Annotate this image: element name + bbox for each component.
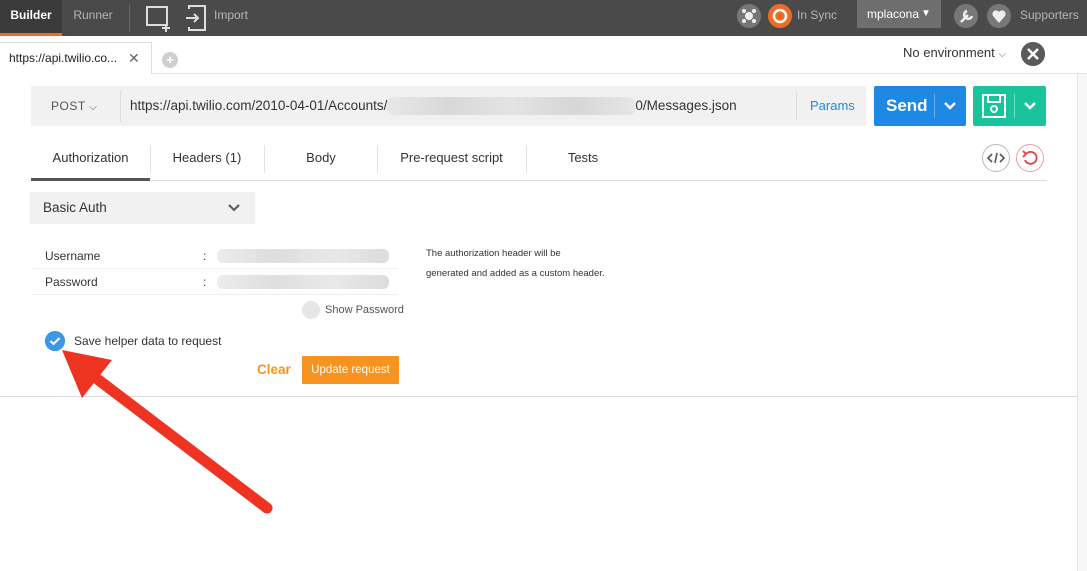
chevron-down-icon[interactable] (942, 100, 958, 112)
send-button[interactable]: Send (874, 86, 966, 126)
wrench-icon[interactable] (953, 3, 983, 33)
update-request-button[interactable]: Update request (302, 356, 399, 384)
environment-settings-icon[interactable] (1021, 42, 1045, 66)
username-row: Username : (33, 243, 398, 269)
code-icon (986, 152, 1006, 164)
auth-note: The authorization header will be generat… (426, 244, 626, 284)
floppy-disk-icon (982, 94, 1006, 118)
send-divider (934, 94, 935, 118)
interceptor-icon[interactable] (736, 3, 766, 33)
tab-authorization[interactable]: Authorization (31, 141, 150, 181)
request-subtabs: Authorization Headers (1) Body Pre-reque… (31, 141, 1047, 181)
show-password-toggle[interactable]: Show Password (302, 301, 404, 320)
panel-divider (0, 396, 1077, 397)
method-select[interactable]: POST ⌵ (51, 86, 97, 128)
add-tab-icon[interactable]: + (162, 52, 178, 68)
environment-label: No environment (903, 45, 995, 60)
redacted-account-id (387, 97, 636, 116)
chevron-down-icon[interactable] (1022, 100, 1038, 112)
top-toolbar: Builder Runner Import In Sync mplacona ▼… (0, 0, 1087, 36)
sync-icon[interactable] (767, 3, 797, 33)
tab-runner[interactable]: Runner (62, 0, 124, 36)
reset-icon (1022, 150, 1038, 165)
import-icon[interactable] (184, 3, 214, 33)
tab-body[interactable]: Body (264, 141, 378, 181)
auth-note-line: The authorization header will be (426, 248, 561, 259)
close-icon[interactable]: ✕ (128, 43, 140, 73)
show-password-label: Show Password (325, 304, 404, 316)
chevron-down-icon (228, 204, 240, 212)
url-suffix: 0/Messages.json (635, 98, 737, 113)
auth-note-line: generated and added as a custom header. (426, 268, 605, 279)
tab-pre-request-script[interactable]: Pre-request script (377, 141, 526, 181)
save-helper-label: Save helper data to request (74, 334, 222, 348)
tab-builder[interactable]: Builder (0, 0, 62, 36)
save-helper-toggle[interactable]: Save helper data to request (45, 331, 245, 351)
heart-icon[interactable] (986, 3, 1016, 33)
request-tab-label: https://api.twilio.co... (9, 51, 118, 65)
colon: : (203, 275, 207, 289)
username-label: Username (45, 249, 101, 263)
scrollbar[interactable] (1077, 74, 1087, 571)
password-label: Password (45, 275, 98, 289)
new-window-icon[interactable] (144, 3, 174, 33)
password-field[interactable] (217, 275, 389, 289)
generate-code-button[interactable] (982, 144, 1010, 172)
username: mplacona (867, 7, 920, 21)
environment-select[interactable]: No environment ⌵ (903, 44, 1006, 64)
check-icon[interactable] (45, 331, 65, 351)
supporters-link[interactable]: Supporters (1020, 0, 1079, 30)
password-row: Password : (33, 269, 398, 295)
auth-type-label: Basic Auth (43, 200, 107, 215)
url-prefix: https://api.twilio.com/2010-04-01/Accoun… (130, 98, 388, 113)
reset-button[interactable] (1016, 144, 1044, 172)
tab-tests[interactable]: Tests (526, 141, 640, 181)
user-menu[interactable]: mplacona ▼ (857, 0, 941, 28)
chevron-down-icon: ⌵ (998, 49, 1006, 60)
request-tab[interactable]: https://api.twilio.co... ✕ (0, 42, 152, 74)
save-button[interactable] (973, 86, 1046, 126)
colon: : (203, 249, 207, 263)
chevron-down-icon: ▼ (921, 8, 931, 19)
sync-status: In Sync (797, 8, 838, 22)
clear-button[interactable]: Clear (257, 362, 291, 377)
toolbar-divider (129, 4, 130, 32)
send-label: Send (886, 96, 928, 115)
url-divider (120, 90, 121, 122)
url-bar: POST ⌵ https://api.twilio.com/2010-04-01… (31, 86, 866, 126)
chevron-down-icon: ⌵ (89, 102, 98, 113)
check-icon (302, 301, 320, 320)
import-button[interactable]: Import (214, 0, 248, 30)
method-label: POST (51, 99, 86, 113)
url-input[interactable]: https://api.twilio.com/2010-04-01/Accoun… (130, 86, 737, 126)
save-divider (1014, 94, 1015, 118)
params-button[interactable]: Params (810, 86, 855, 126)
auth-type-select[interactable]: Basic Auth (30, 192, 255, 224)
username-field[interactable] (217, 249, 389, 263)
params-divider (796, 92, 797, 120)
tab-headers[interactable]: Headers (1) (150, 141, 264, 181)
